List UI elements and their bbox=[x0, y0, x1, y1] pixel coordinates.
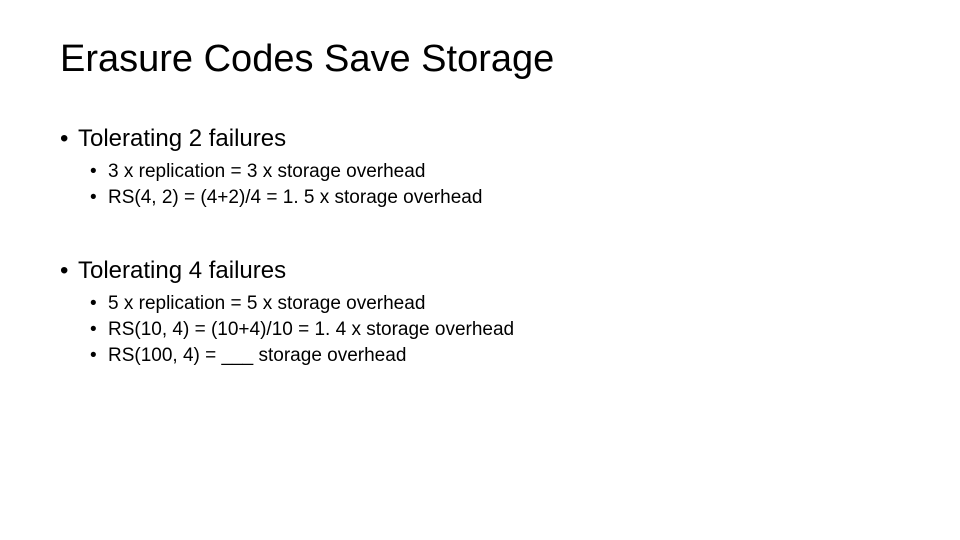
bullet-level2: RS(100, 4) = ___ storage overhead bbox=[90, 345, 900, 367]
bullet-level1: Tolerating 2 failures bbox=[60, 125, 900, 153]
bullet-level2: RS(4, 2) = (4+2)/4 = 1. 5 x storage over… bbox=[90, 187, 900, 209]
bullet-group-2: Tolerating 4 failures 5 x replication = … bbox=[60, 257, 900, 367]
slide-title: Erasure Codes Save Storage bbox=[60, 38, 900, 81]
bullet-level2: RS(10, 4) = (10+4)/10 = 1. 4 x storage o… bbox=[90, 319, 900, 341]
bullet-group-1: Tolerating 2 failures 3 x replication = … bbox=[60, 125, 900, 209]
bullet-level2: 3 x replication = 3 x storage overhead bbox=[90, 161, 900, 183]
bullet-level1: Tolerating 4 failures bbox=[60, 257, 900, 285]
slide: Erasure Codes Save Storage Tolerating 2 … bbox=[0, 0, 960, 540]
bullet-level2: 5 x replication = 5 x storage overhead bbox=[90, 293, 900, 315]
